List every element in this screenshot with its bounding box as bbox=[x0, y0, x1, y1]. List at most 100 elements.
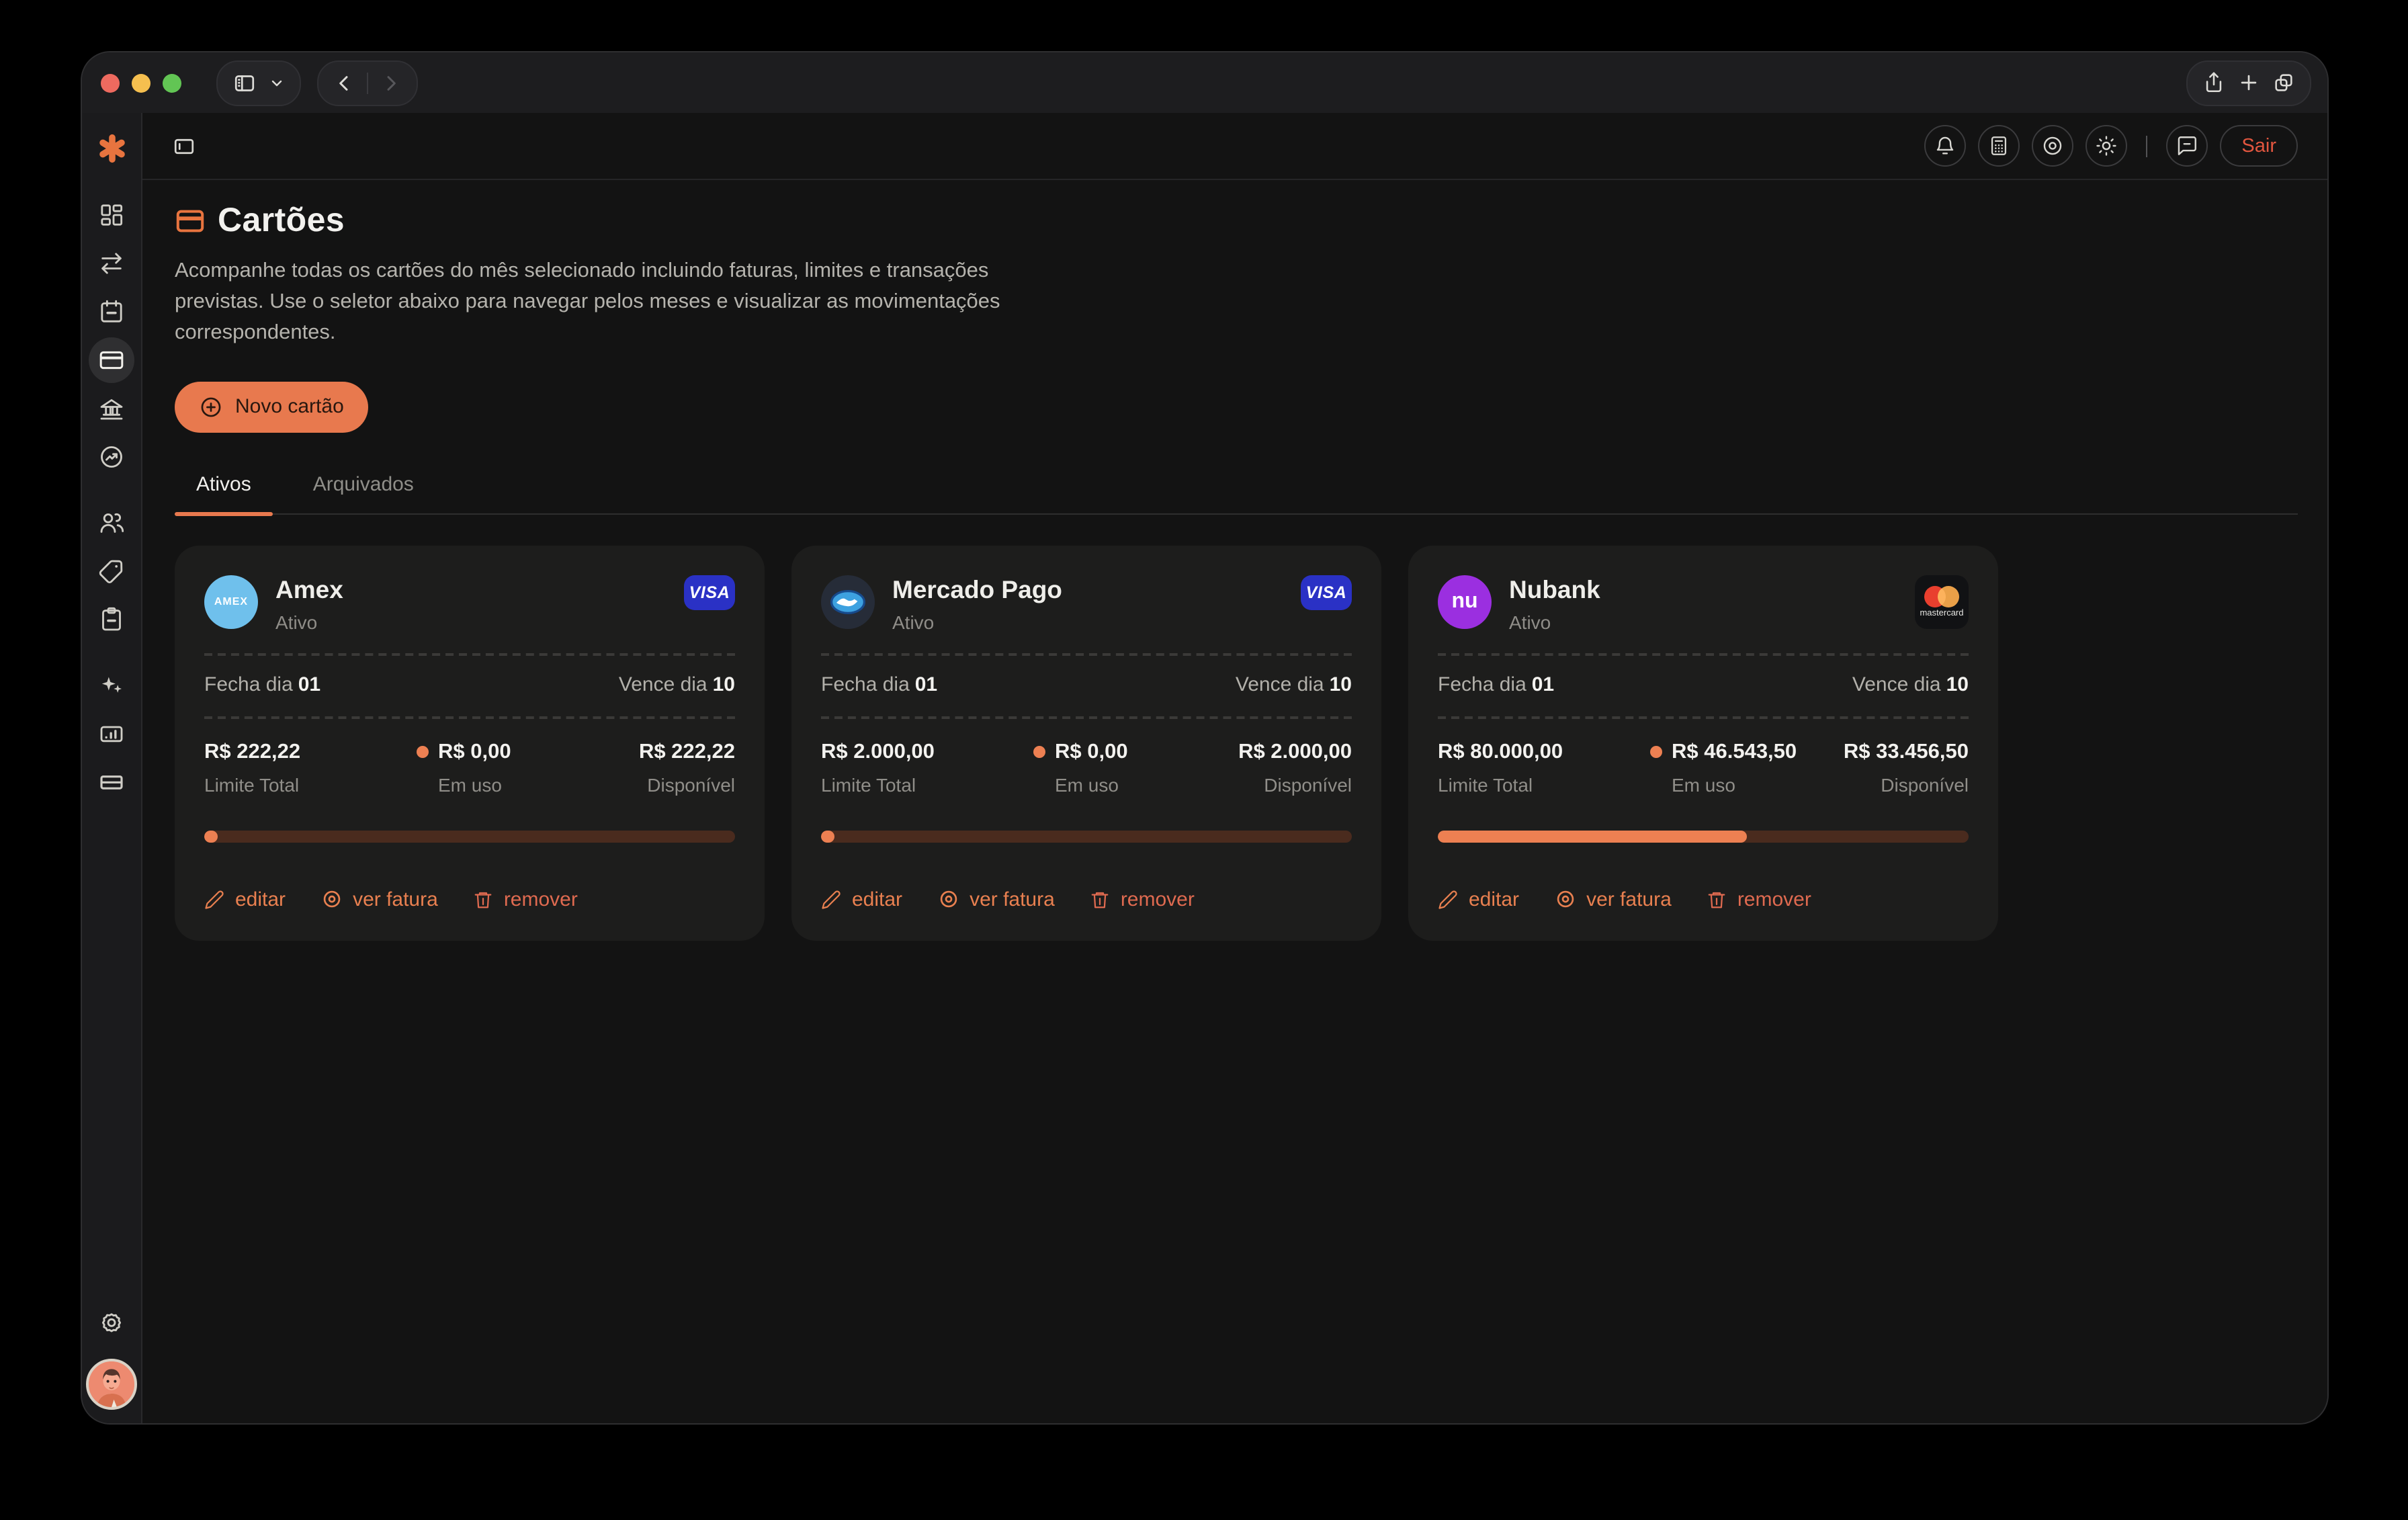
due-day: Vence dia10 bbox=[1852, 673, 1969, 696]
logout-label: Sair bbox=[2241, 135, 2276, 157]
remove-card-button[interactable]: remover bbox=[1707, 888, 1811, 911]
usage-progress-fill bbox=[1438, 831, 1747, 843]
card-status: Ativo bbox=[892, 611, 1062, 633]
sidebar-item-users[interactable] bbox=[82, 499, 141, 547]
card-header: Mercado Pago Ativo VISA bbox=[821, 575, 1352, 633]
app-header-actions: Sair bbox=[1924, 125, 2298, 167]
dashed-divider bbox=[1438, 716, 1969, 719]
app-logo-asterisk-icon bbox=[96, 132, 127, 164]
copy-tabs-button[interactable] bbox=[2272, 71, 2295, 94]
card-nubank: nu Nubank Ativo mastercard bbox=[1408, 546, 1998, 941]
titlebar bbox=[82, 52, 2327, 113]
in-use: R$ 0,00 Em uso bbox=[417, 741, 576, 796]
closing-day: Fecha dia01 bbox=[204, 673, 320, 696]
profile-avatar[interactable] bbox=[86, 1359, 137, 1410]
toggle-sidebar-button[interactable] bbox=[232, 71, 257, 95]
edit-card-button[interactable]: editar bbox=[821, 888, 902, 911]
page-title: Cartões bbox=[218, 202, 345, 241]
card-status: Ativo bbox=[275, 611, 343, 633]
forward-button[interactable] bbox=[380, 72, 402, 93]
mastercard-badge: mastercard bbox=[1915, 575, 1969, 629]
new-card-button[interactable]: Novo cartão bbox=[175, 382, 368, 433]
usage-progressbar bbox=[204, 831, 735, 843]
remove-card-button[interactable]: remover bbox=[473, 888, 578, 911]
sidebar-item-reports[interactable] bbox=[82, 710, 141, 758]
arrows-left-right-icon bbox=[98, 250, 125, 277]
page-head: Cartões bbox=[175, 202, 2298, 241]
chevron-down-icon bbox=[269, 75, 285, 91]
dashed-divider bbox=[821, 653, 1352, 656]
main-panel: Sair Cartões Acompanhe todas bbox=[142, 113, 2327, 1423]
edit-card-button[interactable]: editar bbox=[1438, 888, 1519, 911]
sidebar-item-tags[interactable] bbox=[82, 547, 141, 595]
app-body: Sair Cartões Acompanhe todas bbox=[82, 113, 2327, 1423]
dashed-divider bbox=[1438, 653, 1969, 656]
due-day: Vence dia10 bbox=[1236, 673, 1352, 696]
limit-total: R$ 2.000,00 Limite Total bbox=[821, 741, 1033, 796]
sidebar-toggle-pill bbox=[216, 60, 301, 105]
back-button[interactable] bbox=[333, 72, 355, 93]
card-status: Ativo bbox=[1509, 611, 1600, 633]
view-invoice-button[interactable]: ver fatura bbox=[937, 888, 1055, 911]
remove-card-button[interactable]: remover bbox=[1090, 888, 1195, 911]
dashboard-icon bbox=[98, 202, 125, 228]
collapse-sidebar-button[interactable] bbox=[172, 134, 196, 158]
notifications-button[interactable] bbox=[1924, 125, 1966, 167]
bank-icon bbox=[98, 395, 125, 422]
gear-icon bbox=[98, 1310, 125, 1337]
titlebar-dropdown-button[interactable] bbox=[269, 75, 285, 91]
target-icon bbox=[320, 889, 342, 911]
sidebar-item-ai[interactable] bbox=[82, 661, 141, 710]
plus-icon bbox=[2237, 71, 2260, 94]
page-content: Cartões Acompanhe todas os cartões do mê… bbox=[142, 180, 2327, 1423]
amex-avatar: AMEX bbox=[204, 575, 258, 629]
logout-button[interactable]: Sair bbox=[2220, 125, 2298, 167]
sidebar-item-bank[interactable] bbox=[82, 384, 141, 433]
minimize-window-button[interactable] bbox=[132, 73, 150, 92]
sidebar-item-wallet[interactable] bbox=[82, 758, 141, 806]
privacy-button[interactable] bbox=[2032, 125, 2073, 167]
divider bbox=[367, 72, 368, 93]
sidebar bbox=[82, 113, 142, 1423]
sidebar-item-calendar[interactable] bbox=[82, 288, 141, 336]
view-invoice-button[interactable]: ver fatura bbox=[320, 888, 438, 911]
fullscreen-window-button[interactable] bbox=[163, 73, 181, 92]
view-invoice-button[interactable]: ver fatura bbox=[1554, 888, 1672, 911]
sidebar-item-dashboard[interactable] bbox=[82, 191, 141, 239]
sidebar-item-cards[interactable] bbox=[82, 336, 141, 384]
share-icon bbox=[2202, 71, 2225, 94]
share-button[interactable] bbox=[2202, 71, 2225, 94]
due-day: Vence dia10 bbox=[619, 673, 735, 696]
tab-ativos[interactable]: Ativos bbox=[175, 473, 273, 513]
card-name: Nubank bbox=[1509, 575, 1600, 605]
new-tab-button[interactable] bbox=[2237, 71, 2260, 94]
sparkles-icon bbox=[98, 672, 125, 699]
visa-badge: VISA bbox=[1301, 575, 1352, 610]
panel-left-icon bbox=[232, 71, 257, 95]
calculator-button[interactable] bbox=[1978, 125, 2020, 167]
usage-dot bbox=[1033, 747, 1045, 759]
card-mercado-pago: Mercado Pago Ativo VISA Fecha dia01 bbox=[791, 546, 1381, 941]
new-card-label: Novo cartão bbox=[235, 396, 344, 419]
edit-card-button[interactable]: editar bbox=[204, 888, 286, 911]
sidebar-item-settings[interactable] bbox=[82, 1300, 141, 1348]
card-header: nu Nubank Ativo mastercard bbox=[1438, 575, 1969, 633]
cards-grid: AMEX Amex Ativo VISA bbox=[175, 546, 2298, 941]
pencil-icon bbox=[204, 890, 224, 910]
close-window-button[interactable] bbox=[101, 73, 120, 92]
pencil-icon bbox=[821, 890, 841, 910]
theme-toggle-button[interactable] bbox=[2086, 125, 2127, 167]
usage-dot bbox=[1650, 747, 1662, 759]
feedback-button[interactable] bbox=[2166, 125, 2208, 167]
sidebar-item-clipboard[interactable] bbox=[82, 595, 141, 644]
sidebar-item-performance[interactable] bbox=[82, 433, 141, 481]
target-icon bbox=[937, 889, 959, 911]
card-amex: AMEX Amex Ativo VISA bbox=[175, 546, 765, 941]
tab-arquivados[interactable]: Arquivados bbox=[292, 473, 435, 513]
closing-day: Fecha dia01 bbox=[1438, 673, 1554, 696]
bell-icon bbox=[1934, 134, 1956, 157]
trash-icon bbox=[1707, 890, 1727, 910]
sidebar-item-transactions[interactable] bbox=[82, 239, 141, 288]
usage-progressbar bbox=[1438, 831, 1969, 843]
avatar-illustration bbox=[89, 1361, 134, 1407]
